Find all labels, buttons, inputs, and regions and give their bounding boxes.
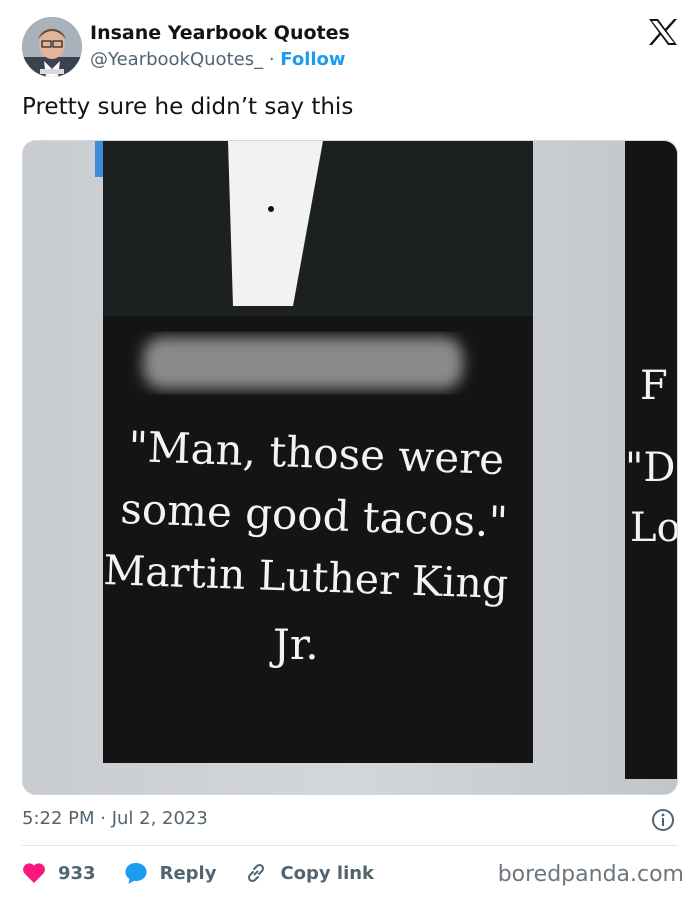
like-button[interactable]: 933	[22, 862, 96, 884]
side-letter-2: "D	[625, 445, 675, 491]
tweet-text: Pretty sure he didn’t say this	[22, 94, 354, 120]
yearbook-photo: "Man, those were some good tacos." Marti…	[23, 141, 678, 794]
link-icon	[248, 863, 265, 883]
avatar-photo	[22, 17, 82, 77]
follow-button[interactable]: Follow	[280, 49, 345, 70]
author-handle[interactable]: @YearbookQuotes_	[90, 49, 263, 70]
copy-link-button[interactable]: Copy link	[244, 861, 374, 885]
reply-label: Reply	[159, 862, 217, 884]
heart-icon	[23, 863, 45, 883]
tweet-actions: 933 Reply Copy link	[22, 858, 402, 888]
info-icon[interactable]	[651, 808, 675, 832]
divider	[22, 845, 678, 846]
reply-button[interactable]: Reply	[124, 861, 217, 885]
side-letter-1: F	[640, 363, 668, 409]
tweet-media[interactable]: "Man, those were some good tacos." Marti…	[22, 140, 678, 795]
quote-line-4: Jr.	[269, 620, 319, 669]
watermark: boredpanda.com	[497, 862, 684, 887]
x-logo-icon[interactable]	[648, 18, 678, 46]
copy-link-label: Copy link	[280, 862, 375, 884]
avatar[interactable]	[22, 17, 82, 77]
like-count: 933	[58, 862, 96, 884]
speech-bubble-icon	[125, 863, 147, 884]
author-name[interactable]: Insane Yearbook Quotes	[90, 22, 350, 44]
side-letter-3: Lo	[630, 505, 678, 551]
tweet-timestamp[interactable]: 5:22 PM · Jul 2, 2023	[22, 808, 208, 829]
author-handle-line: @YearbookQuotes_ · Follow	[90, 49, 346, 70]
separator: ·	[263, 49, 281, 70]
